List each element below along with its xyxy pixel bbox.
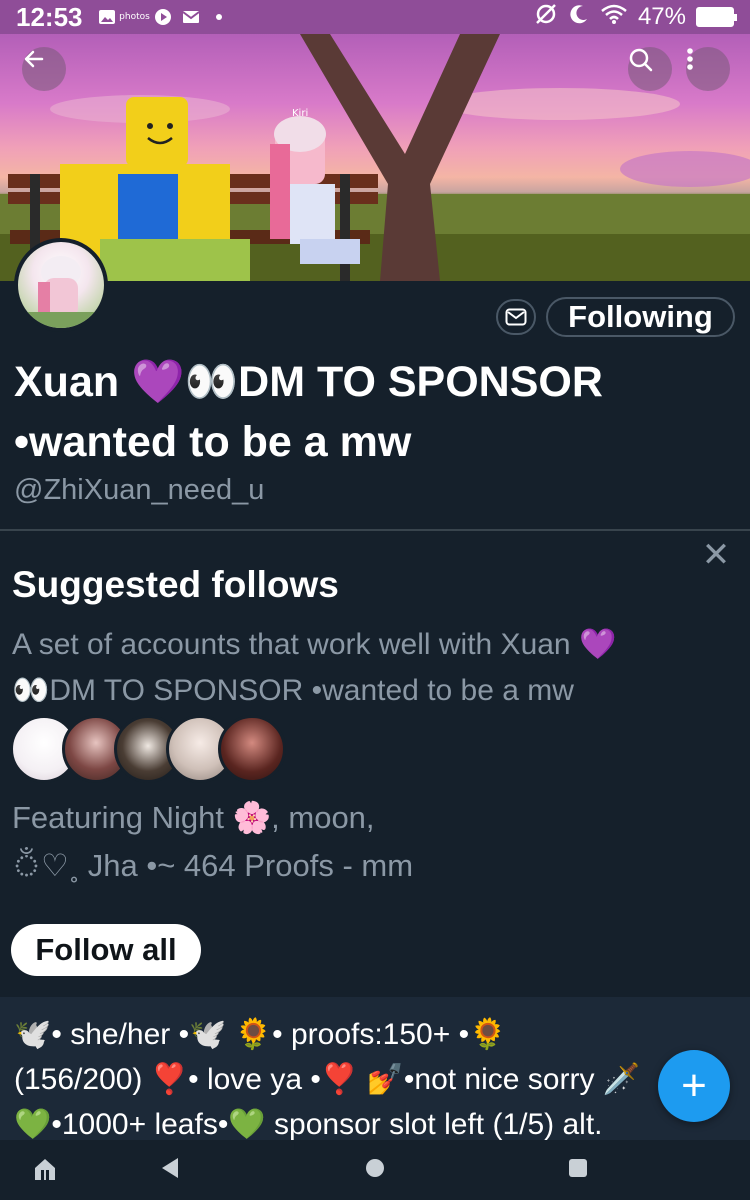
photos-icon: photos	[119, 12, 150, 22]
app-screen: 12:53 photos 47% Kiri Following Xuan 💜👀D…	[0, 0, 750, 1200]
moon-icon	[568, 3, 590, 32]
battery-icon	[696, 7, 737, 27]
profile-name-line2: •wanted to be a mw	[14, 418, 412, 466]
search-button[interactable]	[628, 47, 672, 91]
profile-handle: @ZhiXuan_need_u	[14, 474, 265, 506]
back-arrow-icon	[24, 50, 44, 68]
search-icon	[629, 48, 653, 72]
more-options-button[interactable]	[686, 47, 730, 91]
featuring-line1: Featuring Night 🌸, moon,	[12, 800, 375, 835]
suggested-desc-line2: 👀DM TO SPONSOR •wanted to be a mw	[12, 674, 574, 707]
notification-icons: photos	[97, 8, 229, 26]
mail-icon	[505, 308, 527, 326]
compose-button[interactable]: +	[658, 1050, 730, 1122]
status-bar: 12:53 photos 47%	[0, 0, 750, 34]
more-vertical-icon	[687, 48, 693, 70]
suggested-avatars[interactable]	[10, 715, 300, 787]
suggested-follows-description: A set of accounts that work well with Xu…	[12, 622, 742, 714]
avatar-image	[18, 256, 104, 328]
profile-bio: 🕊️• she/her •🕊️ 🌻• proofs:150+ •🌻 (156/2…	[14, 1012, 744, 1147]
follow-all-button[interactable]: Follow all	[11, 924, 201, 976]
banner-sign-text: Kiri	[292, 108, 308, 119]
nav-recents-icon[interactable]	[569, 1159, 587, 1177]
wifi-icon	[600, 3, 628, 32]
no-alarm-icon	[534, 2, 558, 33]
nav-home-circle-icon[interactable]	[366, 1159, 384, 1177]
gallery-icon	[97, 8, 117, 26]
avatar[interactable]	[14, 238, 108, 332]
dot-icon	[209, 8, 229, 26]
following-button[interactable]: Following	[546, 297, 735, 337]
suggested-follows-title: Suggested follows	[12, 564, 339, 605]
system-icons: 47%	[534, 2, 737, 33]
play-icon	[153, 8, 173, 26]
message-button[interactable]	[496, 299, 536, 335]
home-icon[interactable]	[32, 1156, 58, 1182]
bio-line2: (156/200) ❣️• love ya •❣️ 💅•not nice sor…	[14, 1063, 641, 1096]
bio-line1: 🕊️• she/her •🕊️ 🌻• proofs:150+ •🌻	[14, 1018, 507, 1051]
status-time: 12:53	[16, 1, 83, 32]
close-icon[interactable]: ✕	[700, 538, 732, 572]
profile-name-line1: Xuan 💜👀DM TO SPONSOR	[14, 358, 603, 406]
battery-percent: 47%	[637, 3, 686, 30]
profile-name: Xuan 💜👀DM TO SPONSOR •wanted to be a mw	[14, 352, 744, 472]
mail-notification-icon	[181, 8, 201, 26]
back-button[interactable]	[22, 47, 66, 91]
compose-plus-icon: +	[681, 1061, 707, 1110]
featuring-line2: ঁ♡˳ Jha •~ 464 Proofs - mm	[12, 848, 414, 883]
profile-banner[interactable]: Kiri	[0, 34, 750, 281]
suggested-desc-line1: A set of accounts that work well with Xu…	[12, 628, 617, 661]
suggested-avatar[interactable]	[218, 715, 286, 783]
featuring-text: Featuring Night 🌸, moon, ঁ♡˳ Jha •~ 464 …	[12, 794, 712, 890]
nav-back-icon[interactable]	[162, 1158, 178, 1178]
